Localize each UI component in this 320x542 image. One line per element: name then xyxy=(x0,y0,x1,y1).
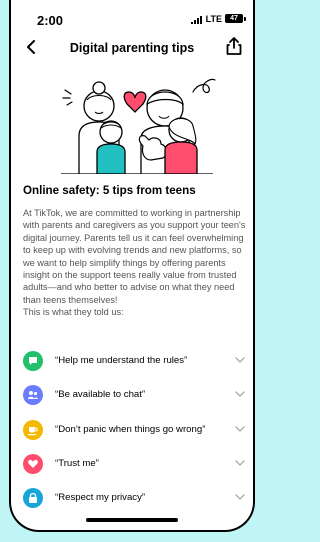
tip-label: “Help me understand the rules” xyxy=(55,355,188,366)
tip-understand-rules[interactable]: “Help me understand the rules” xyxy=(23,347,245,375)
chat-bubble-icon xyxy=(23,351,43,371)
people-icon xyxy=(23,385,43,405)
battery-level: 47 xyxy=(230,15,238,22)
share-icon[interactable] xyxy=(225,36,243,56)
chevron-down-icon xyxy=(235,357,245,363)
tip-label: “Trust me” xyxy=(55,458,99,469)
tip-label: “Don’t panic when things go wrong” xyxy=(55,424,206,435)
chevron-down-icon xyxy=(235,391,245,397)
chevron-down-icon xyxy=(235,494,245,500)
tip-respect-privacy[interactable]: “Respect my privacy” xyxy=(23,484,245,512)
tip-available-to-chat[interactable]: “Be available to chat” xyxy=(23,381,245,409)
cup-icon xyxy=(23,420,43,440)
phone-frame: 2:00 LTE 47 Digital parenting tips Onlin… xyxy=(9,0,255,532)
tip-label: “Respect my privacy” xyxy=(55,492,146,503)
tip-trust-me[interactable]: “Trust me” xyxy=(23,450,245,478)
page-title: Digital parenting tips xyxy=(69,41,195,55)
network-type: LTE xyxy=(205,14,222,24)
status-time: 2:00 xyxy=(37,13,64,28)
chevron-down-icon xyxy=(235,460,245,466)
signal-icon xyxy=(191,16,202,24)
status-bar: 2:00 LTE 47 xyxy=(11,0,253,28)
nav-bar: Digital parenting tips xyxy=(11,36,253,62)
screen: 2:00 LTE 47 Digital parenting tips Onlin… xyxy=(0,0,255,542)
battery-icon: 47 xyxy=(225,14,246,23)
family-illustration xyxy=(61,78,216,174)
tip-label: “Be available to chat” xyxy=(55,389,146,400)
heart-icon xyxy=(23,454,43,474)
lock-icon xyxy=(23,488,43,508)
chevron-down-icon xyxy=(235,426,245,432)
intro-paragraph: At TikTok, we are committed to working i… xyxy=(23,208,246,318)
tip-dont-panic[interactable]: “Don’t panic when things go wrong” xyxy=(23,416,245,444)
section-heading: Online safety: 5 tips from teens xyxy=(23,184,196,197)
home-indicator[interactable] xyxy=(86,518,178,522)
background-panel-bottom xyxy=(0,532,255,542)
